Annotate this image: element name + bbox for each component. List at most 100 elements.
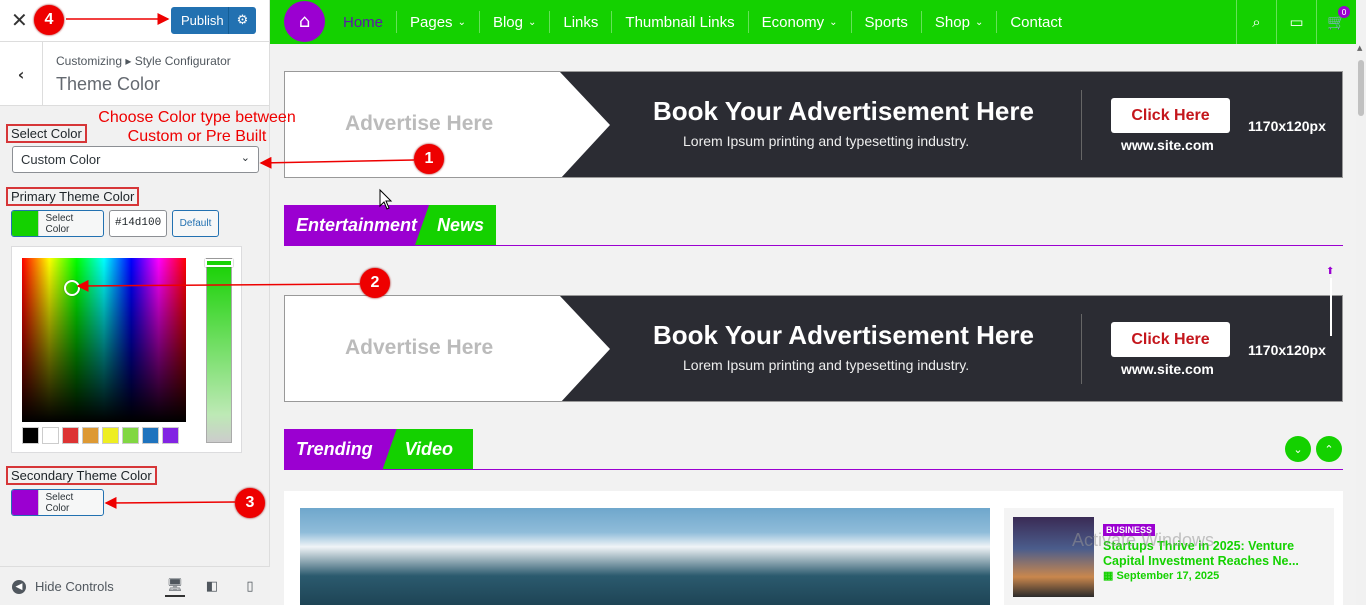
hide-controls-button[interactable]: ◀ Hide Controls — [12, 579, 114, 594]
step-badge-2: 2 — [360, 268, 390, 298]
hex-input[interactable]: #14d100 — [109, 210, 167, 237]
palette-blue[interactable] — [142, 427, 159, 444]
palette-black[interactable] — [22, 427, 39, 444]
publish-label: Publish — [181, 13, 224, 28]
palette-purple[interactable] — [162, 427, 179, 444]
nav-item-economy[interactable]: Economy ⌄ — [747, 11, 851, 33]
publish-button[interactable]: Publish ⚙ — [171, 7, 256, 34]
chevron-down-icon: ⌄ — [457, 16, 466, 28]
customizer-footer: ◀ Hide Controls 🖥 ◧ ▯ — [0, 566, 270, 605]
nav-item-blog[interactable]: Blog ⌄ — [478, 11, 549, 33]
calendar-icon: ▦ — [1103, 570, 1117, 582]
ad-click-button[interactable]: Click Here — [1111, 322, 1230, 357]
nav-icons: ⌕ ▭ 🛒 0 — [1236, 0, 1356, 44]
nav-label: Home — [343, 13, 384, 31]
section-heading-part-b: News — [415, 205, 497, 245]
hide-controls-label: Hide Controls — [35, 579, 114, 594]
ad-size: 1170x120px — [1248, 342, 1326, 358]
ad-click-button[interactable]: Click Here — [1111, 98, 1230, 133]
news-card[interactable]: BUSINESS Startups Thrive in 2025: Ventur… — [1004, 508, 1334, 605]
section-heading-part-b: Video — [382, 429, 474, 469]
gear-icon[interactable]: ⚙ — [228, 7, 256, 34]
section-heading-part-a: Trending — [284, 429, 397, 469]
step-badge-4: 4 — [34, 5, 64, 35]
palette-green[interactable] — [122, 427, 139, 444]
nav-label: Pages — [410, 13, 453, 31]
primary-color-label: Primary Theme Color — [6, 187, 140, 206]
secondary-select-color-label: Select Color — [38, 490, 103, 515]
palette-yellow[interactable] — [102, 427, 119, 444]
secondary-select-color-button[interactable]: Select Color — [11, 489, 104, 516]
nav-item-thumbnail-links[interactable]: Thumbnail Links — [611, 11, 747, 33]
section-divider — [284, 469, 1343, 470]
search-icon[interactable]: ⌕ — [1236, 0, 1276, 44]
palette-orange[interactable] — [82, 427, 99, 444]
default-button[interactable]: Default — [172, 210, 219, 237]
ad-headline: Book Your Advertisement Here — [653, 96, 1034, 126]
home-icon[interactable]: ⌂ — [284, 1, 325, 42]
section-heading-news: Entertainment News — [284, 205, 497, 245]
color-type-select[interactable]: Custom Color ⌄ — [12, 146, 259, 173]
section-heading-part-a: Entertainment — [284, 205, 430, 245]
arrow-left-icon: ◀ — [12, 579, 26, 594]
nav-item-sports[interactable]: Sports — [850, 11, 921, 33]
ad-url: www.site.com — [1121, 137, 1214, 153]
back-icon[interactable]: ‹ — [0, 42, 43, 106]
desktop-preview-icon[interactable]: 🖥 — [165, 575, 185, 597]
ad-advertise-text: Advertise Here — [345, 336, 494, 359]
slider-handle[interactable] — [205, 259, 233, 267]
scrollbar[interactable]: ▲ — [1356, 44, 1366, 605]
nav-item-contact[interactable]: Contact — [996, 11, 1075, 33]
step-badge-3: 3 — [235, 488, 265, 518]
nav-label: Thumbnail Links — [625, 13, 735, 31]
primary-select-color-button[interactable]: Select Color — [11, 210, 104, 237]
chevron-down-icon[interactable]: ⌄ — [1285, 436, 1311, 462]
nav-item-shop[interactable]: Shop ⌄ — [920, 11, 996, 33]
section-heading-video: Trending Video — [284, 429, 474, 469]
nav-label: Contact — [1010, 13, 1063, 31]
color-type-value: Custom Color — [21, 152, 101, 167]
customizer-panel: ✕ Publish ⚙ ‹ Customizing ▸ Style Config… — [0, 0, 270, 605]
picker-handle[interactable] — [64, 280, 80, 296]
ad-banner-2[interactable]: Advertise Here Book Your Advertisement H… — [284, 295, 1343, 402]
chevron-up-icon[interactable]: ⌃ — [1316, 436, 1342, 462]
scroll-arrow-up-icon[interactable]: ▲ — [1357, 44, 1362, 52]
scroll-up-icon[interactable]: ⬆ — [1326, 266, 1334, 277]
nav-label: Economy — [761, 13, 825, 31]
step-badge-1: 1 — [414, 144, 444, 174]
nav-label: Links — [563, 13, 599, 31]
chevron-down-icon: ⌄ — [240, 151, 250, 164]
nav-item-home[interactable]: Home — [330, 11, 396, 33]
palette-white[interactable] — [42, 427, 59, 444]
news-date-text: September 17, 2025 — [1116, 570, 1220, 582]
lightness-slider[interactable] — [205, 258, 233, 443]
news-thumbnail[interactable] — [1013, 517, 1094, 597]
secondary-color-swatch — [12, 490, 39, 515]
nav-item-pages[interactable]: Pages ⌄ — [396, 11, 479, 33]
ad-advertise-text: Advertise Here — [345, 112, 494, 135]
close-icon[interactable]: ✕ — [11, 9, 28, 31]
news-date: ▦ September 17, 2025 — [1103, 569, 1219, 582]
primary-color-swatch — [12, 211, 39, 236]
ad-subtext: Lorem Ipsum printing and typesetting ind… — [683, 357, 970, 373]
customizer-screen: ✕ Publish ⚙ ‹ Customizing ▸ Style Config… — [0, 0, 1366, 605]
scrollbar-thumb[interactable] — [1358, 60, 1364, 116]
ad-subtext: Lorem Ipsum printing and typesetting ind… — [683, 133, 970, 149]
video-thumbnail[interactable] — [300, 508, 990, 605]
section-title: Theme Color — [56, 74, 161, 94]
monitor-icon[interactable]: ▭ — [1276, 0, 1316, 44]
tablet-preview-icon[interactable]: ◧ — [202, 575, 222, 597]
mobile-preview-icon[interactable]: ▯ — [240, 575, 260, 597]
breadcrumb: Customizing ▸ Style Configurator — [56, 54, 231, 68]
palette-red[interactable] — [62, 427, 79, 444]
nav-menu: Home Pages ⌄ Blog ⌄ Links Thumbnail Links … — [330, 0, 1075, 44]
cart-icon[interactable]: 🛒 0 — [1316, 0, 1356, 44]
saturation-area[interactable] — [22, 258, 186, 422]
nav-item-links[interactable]: Links — [549, 11, 611, 33]
nav-label: Sports — [864, 13, 908, 31]
site-preview: ⌂ Home Pages ⌄ Blog ⌄ Links Thumbnail Link… — [270, 0, 1366, 605]
cart-count-badge: 0 — [1338, 6, 1350, 18]
ad-size: 1170x120px — [1248, 118, 1326, 134]
primary-select-color-label: Select Color — [38, 211, 103, 236]
ad-arrow-shape — [560, 72, 610, 177]
